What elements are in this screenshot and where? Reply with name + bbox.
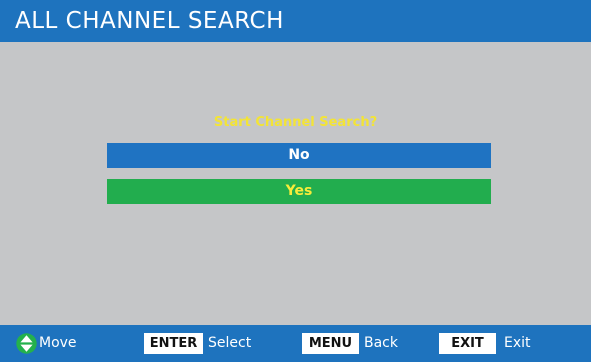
- enter-key-badge: ENTER: [144, 333, 203, 354]
- tv-menu-screen: ALL CHANNEL SEARCH Start Channel Search?…: [0, 0, 591, 362]
- option-no-button[interactable]: No: [107, 143, 491, 168]
- footer-hint-bar: Move ENTER Select MENU Back EXIT Exit: [0, 325, 591, 362]
- option-yes-button[interactable]: Yes: [107, 179, 491, 204]
- search-prompt: Start Channel Search?: [213, 115, 378, 130]
- select-hint-label: Select: [208, 335, 252, 351]
- move-hint-label: Move: [39, 335, 77, 351]
- page-title: ALL CHANNEL SEARCH: [15, 8, 284, 34]
- title-bar: ALL CHANNEL SEARCH: [0, 0, 591, 42]
- back-hint-label: Back: [364, 335, 398, 351]
- menu-key-badge: MENU: [302, 333, 359, 354]
- exit-key-badge: EXIT: [439, 333, 496, 354]
- exit-hint-label: Exit: [504, 335, 531, 351]
- move-arrows-icon: [16, 333, 37, 354]
